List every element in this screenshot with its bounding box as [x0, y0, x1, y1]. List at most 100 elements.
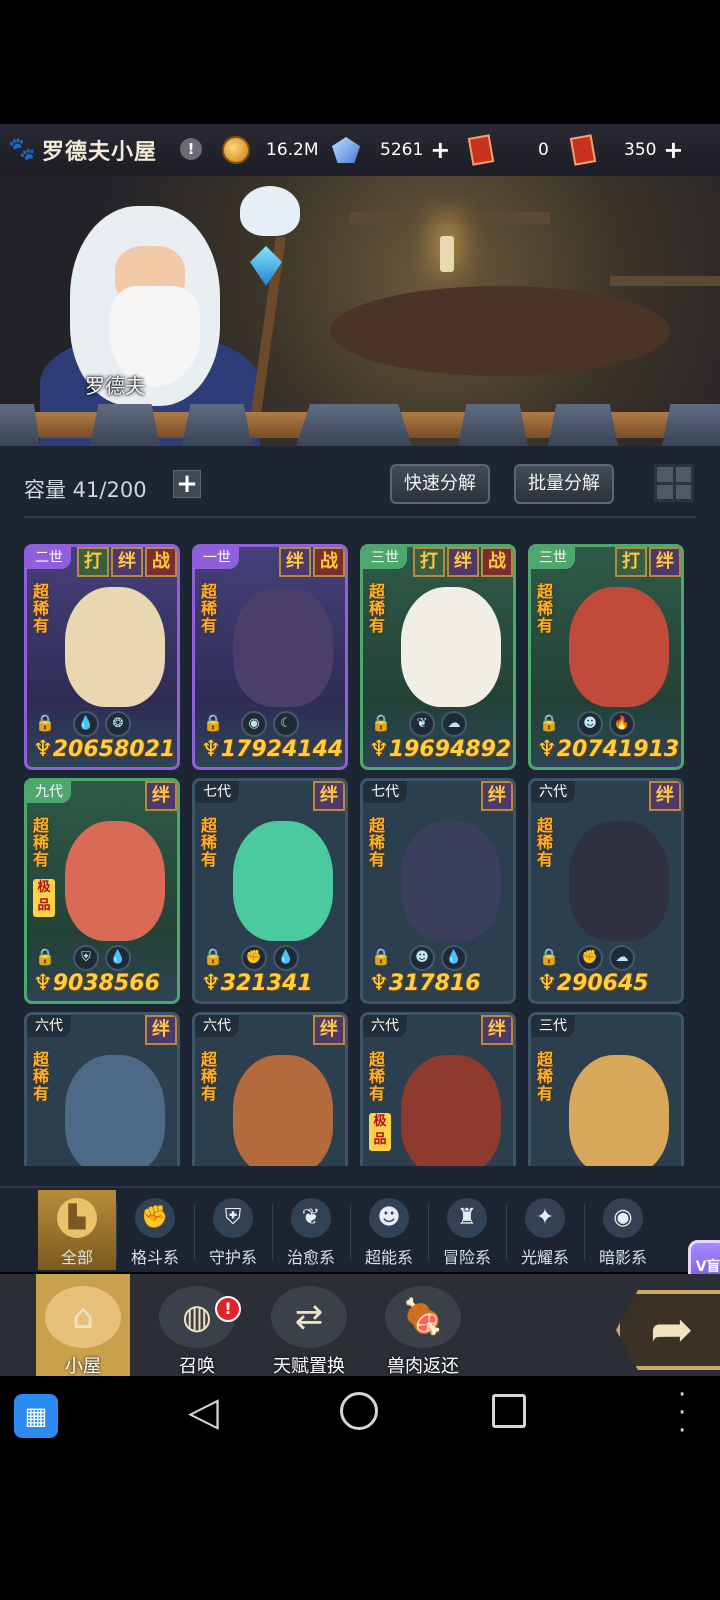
trait-tags: 绊战 — [277, 547, 345, 577]
trait-tags: 打绊战 — [75, 547, 177, 577]
category-tab[interactable]: ◉ 暗影系 — [584, 1190, 662, 1270]
nav-tab[interactable]: 🍖 兽肉返还 — [376, 1274, 470, 1377]
power-value: ♆20741913 — [537, 737, 680, 762]
recents-icon[interactable] — [492, 1394, 526, 1428]
lock-icon[interactable]: 🔒 — [539, 713, 559, 733]
add-tickets-button[interactable]: + — [662, 138, 684, 162]
category-tab[interactable]: ⛨ 守护系 — [194, 1190, 272, 1270]
expand-capacity-button[interactable]: + — [173, 470, 201, 498]
pet-card[interactable]: 六代 绊超稀有 — [24, 1012, 180, 1166]
generation-label: 六代 — [195, 1015, 239, 1037]
owl — [240, 186, 300, 236]
shield-icon: ⛨ — [73, 945, 99, 971]
rail-cap — [662, 404, 720, 446]
trait-tag: 绊 — [649, 781, 681, 811]
shelf — [350, 212, 550, 224]
home-icon[interactable] — [340, 1392, 378, 1430]
lock-icon[interactable]: 🔒 — [35, 713, 55, 733]
add-gems-button[interactable]: + — [429, 138, 451, 162]
pet-card[interactable]: 六代 绊超稀有 — [192, 1012, 348, 1166]
lock-icon[interactable]: 🔒 — [203, 713, 223, 733]
fist-icon: ✊ — [241, 945, 267, 971]
category-tab[interactable]: ✊ 格斗系 — [116, 1190, 194, 1270]
generation-label: 六代 — [363, 1015, 407, 1037]
divider — [584, 1204, 585, 1260]
nav-label: 天赋置换 — [273, 1356, 345, 1377]
trait-tags: 绊 — [143, 781, 177, 811]
rarity-label: 超稀有 — [33, 582, 50, 635]
more-vertical-icon[interactable]: · · · — [678, 1382, 688, 1444]
pet-card[interactable]: 一世 绊战超稀有 🔒 ◉ ☾ ♆17924144 — [192, 544, 348, 770]
creature-portrait — [569, 1055, 669, 1166]
power-value: ♆9038566 — [33, 971, 160, 996]
category-label: 光耀系 — [520, 1248, 569, 1267]
generation-label: 三代 — [531, 1015, 575, 1037]
eye-icon: ◉ — [241, 711, 267, 737]
rarity-label: 超稀有 — [33, 1050, 50, 1103]
creature-portrait — [65, 587, 165, 707]
trait-tags: 绊 — [479, 781, 513, 811]
batch-decompose-button[interactable]: 批量分解 — [514, 464, 614, 504]
category-tab[interactable]: ❦ 治愈系 — [272, 1190, 350, 1270]
back-icon[interactable]: ◁ — [188, 1392, 219, 1432]
pet-card[interactable]: 三世 打绊超稀有 🔒 ☻ 🔥 ♆20741913 — [528, 544, 684, 770]
tower-icon: ♜ — [447, 1198, 487, 1238]
fist-icon: ✊ — [135, 1198, 175, 1238]
creature-portrait — [569, 587, 669, 707]
category-tab[interactable]: ▙ 全部 — [38, 1190, 116, 1270]
category-tab[interactable]: ♜ 冒险系 — [428, 1190, 506, 1270]
nav-tab[interactable]: ⇄ 天赋置换 — [262, 1274, 356, 1377]
trait-tag: 绊 — [145, 781, 177, 811]
sprout-icon: ❦ — [291, 1198, 331, 1238]
grid-view-icon[interactable] — [654, 464, 694, 502]
water-drop-icon: 💧 — [441, 945, 467, 971]
nav-tab[interactable]: ◍ 召唤 — [150, 1274, 244, 1377]
trait-tag: 绊 — [313, 781, 345, 811]
trait-tag: 战 — [313, 547, 345, 577]
lock-icon[interactable]: 🔒 — [371, 713, 391, 733]
creature-portrait — [65, 821, 165, 941]
light-star-icon: ✦ — [525, 1198, 565, 1238]
coin-icon — [222, 136, 250, 164]
pet-card[interactable]: 六代 绊超稀有 🔒 ✊ ☁ ♆290645 — [528, 778, 684, 1004]
apps-grid-icon[interactable]: ▦ — [14, 1394, 58, 1438]
game-screen: 🐾 罗德夫小屋 ! 16.2M 5261 + 0 350 + 罗德夫 容量 41… — [0, 0, 720, 1600]
category-tab[interactable]: ☻ 超能系 — [350, 1190, 428, 1270]
npc-name[interactable]: 罗德夫 — [85, 370, 145, 399]
shadow-eye-icon: ◉ — [603, 1198, 643, 1238]
water-drop-icon: 💧 — [73, 711, 99, 737]
category-tab[interactable]: ✦ 光耀系 — [506, 1190, 584, 1270]
coin-value: 16.2M — [266, 140, 319, 160]
fist-icon: ✊ — [577, 945, 603, 971]
go-button[interactable]: ➦ — [616, 1290, 720, 1370]
lock-icon[interactable]: 🔒 — [203, 947, 223, 967]
divider — [194, 1204, 195, 1260]
nav-label: 兽肉返还 — [387, 1356, 459, 1377]
pet-card[interactable]: 九代 绊超稀有 极品 🔒 ⛨ 💧 ♆9038566 — [24, 778, 180, 1004]
generation-label: 三世 — [531, 547, 575, 569]
lock-icon[interactable]: 🔒 — [539, 947, 559, 967]
pet-card[interactable]: 七代 绊超稀有 🔒 ☻ 💧 ♆317816 — [360, 778, 516, 1004]
pet-card[interactable]: 三世打绊战超稀有 🔒 ❦ ☁ ♆19694892 — [360, 544, 516, 770]
swap-arrows-icon: ⇄ — [271, 1286, 347, 1348]
info-icon[interactable]: ! — [180, 138, 202, 160]
card-grid: 二世打绊战超稀有 🔒 💧 ❂ ♆20658021 一世绊战超稀有 🔒 ◉ ☾ ♆17924144 三… — [24, 544, 704, 1166]
resource-bar: 🐾 罗德夫小屋 ! 16.2M 5261 + 0 350 + — [0, 124, 720, 176]
trait-tag: 绊 — [481, 781, 513, 811]
pet-card[interactable]: 七代 绊超稀有 🔒 ✊ 💧 ♆321341 — [192, 778, 348, 1004]
nav-tab[interactable]: ⌂ 小屋 — [36, 1274, 130, 1377]
lock-icon[interactable]: 🔒 — [35, 947, 55, 967]
quick-decompose-button[interactable]: 快速分解 — [390, 464, 490, 504]
lock-icon[interactable]: 🔒 — [371, 947, 391, 967]
rail-cap — [182, 404, 252, 446]
rail-cap — [548, 404, 618, 446]
rarity-label: 超稀有 — [201, 582, 218, 635]
rarity-label: 超稀有 — [201, 816, 218, 869]
scene-rail — [0, 404, 720, 446]
pet-card[interactable]: 二世打绊战超稀有 🔒 💧 ❂ ♆20658021 — [24, 544, 180, 770]
trait-tag: 绊 — [481, 1015, 513, 1045]
pet-card[interactable]: 六代 绊超稀有 极品 — [360, 1012, 516, 1166]
pet-card[interactable]: 三代 超稀有 — [528, 1012, 684, 1166]
power-value: ♆321341 — [201, 971, 313, 996]
creature-portrait — [401, 587, 501, 707]
